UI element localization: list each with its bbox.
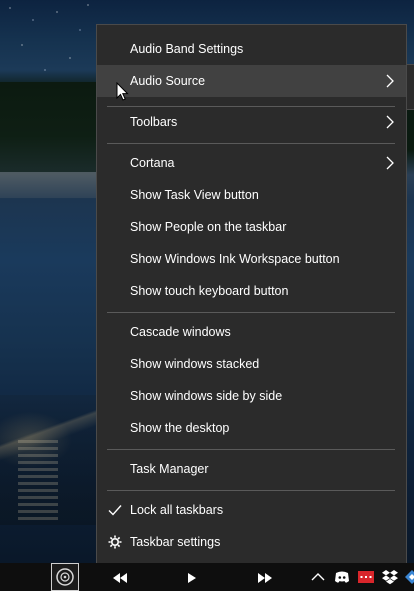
discord-icon[interactable] — [333, 568, 351, 586]
next-track-icon[interactable] — [256, 571, 274, 585]
menu-item-label: Toolbars — [130, 115, 178, 129]
water-reflection — [18, 440, 58, 520]
taskbar — [0, 563, 414, 591]
menu-separator — [107, 490, 395, 491]
menu-item-toolbars[interactable]: Toolbars — [97, 106, 406, 138]
menu-item-label: Show the desktop — [130, 421, 230, 435]
chevron-right-icon — [386, 156, 394, 170]
menu-item-show-windows-stacked[interactable]: Show windows stacked — [97, 348, 406, 380]
previous-track-icon[interactable] — [111, 571, 129, 585]
menu-item-taskbar-settings[interactable]: Taskbar settings — [97, 526, 406, 558]
mouse-cursor-icon — [116, 82, 129, 101]
menu-item-show-people[interactable]: Show People on the taskbar — [97, 211, 406, 243]
menu-item-label: Task Manager — [130, 462, 209, 476]
menu-item-label: Cascade windows — [130, 325, 231, 339]
taskbar-context-menu: Audio Band Settings Audio Source Toolbar… — [96, 24, 407, 564]
chevron-up-icon[interactable] — [309, 568, 327, 586]
red-app-icon[interactable] — [357, 568, 375, 586]
chevron-right-icon — [386, 74, 394, 88]
menu-item-label: Audio Source — [130, 74, 206, 88]
menu-item-label: Show People on the taskbar — [130, 220, 287, 234]
menu-item-label: Show touch keyboard button — [130, 284, 289, 298]
menu-item-label: Taskbar settings — [130, 535, 221, 549]
menu-item-show-desktop[interactable]: Show the desktop — [97, 412, 406, 444]
menu-item-label: Lock all taskbars — [130, 503, 224, 517]
checkmark-icon — [108, 505, 122, 516]
menu-item-show-windows-side-by-side[interactable]: Show windows side by side — [97, 380, 406, 412]
shoreline — [0, 172, 96, 198]
menu-separator — [107, 143, 395, 144]
play-icon[interactable] — [183, 571, 201, 585]
menu-item-label: Cortana — [130, 156, 175, 170]
menu-item-label: Show Task View button — [130, 188, 259, 202]
app-icon[interactable] — [403, 568, 414, 586]
menu-item-lock-all-taskbars[interactable]: Lock all taskbars — [97, 494, 406, 526]
menu-separator — [107, 449, 395, 450]
menu-item-cascade-windows[interactable]: Cascade windows — [97, 316, 406, 348]
menu-item-audio-band-settings[interactable]: Audio Band Settings — [97, 33, 406, 65]
menu-item-task-manager[interactable]: Task Manager — [97, 453, 406, 485]
menu-item-audio-source[interactable]: Audio Source — [97, 65, 406, 97]
audio-band-app-button[interactable] — [51, 563, 79, 591]
menu-item-label: Show Windows Ink Workspace button — [130, 252, 340, 266]
menu-item-show-task-view-button[interactable]: Show Task View button — [97, 179, 406, 211]
menu-separator — [107, 312, 395, 313]
starry-sky — [0, 0, 96, 90]
menu-item-label: Show windows side by side — [130, 389, 283, 403]
menu-item-label: Audio Band Settings — [130, 42, 244, 56]
dropbox-icon[interactable] — [381, 568, 399, 586]
menu-item-show-touch-keyboard[interactable]: Show touch keyboard button — [97, 275, 406, 307]
menu-item-show-ink-workspace[interactable]: Show Windows Ink Workspace button — [97, 243, 406, 275]
menu-item-label: Show windows stacked — [130, 357, 260, 371]
tree-line — [0, 82, 96, 172]
gear-icon — [108, 535, 122, 549]
menu-item-cortana[interactable]: Cortana — [97, 147, 406, 179]
audio-disc-icon — [56, 568, 74, 586]
chevron-right-icon — [386, 115, 394, 129]
